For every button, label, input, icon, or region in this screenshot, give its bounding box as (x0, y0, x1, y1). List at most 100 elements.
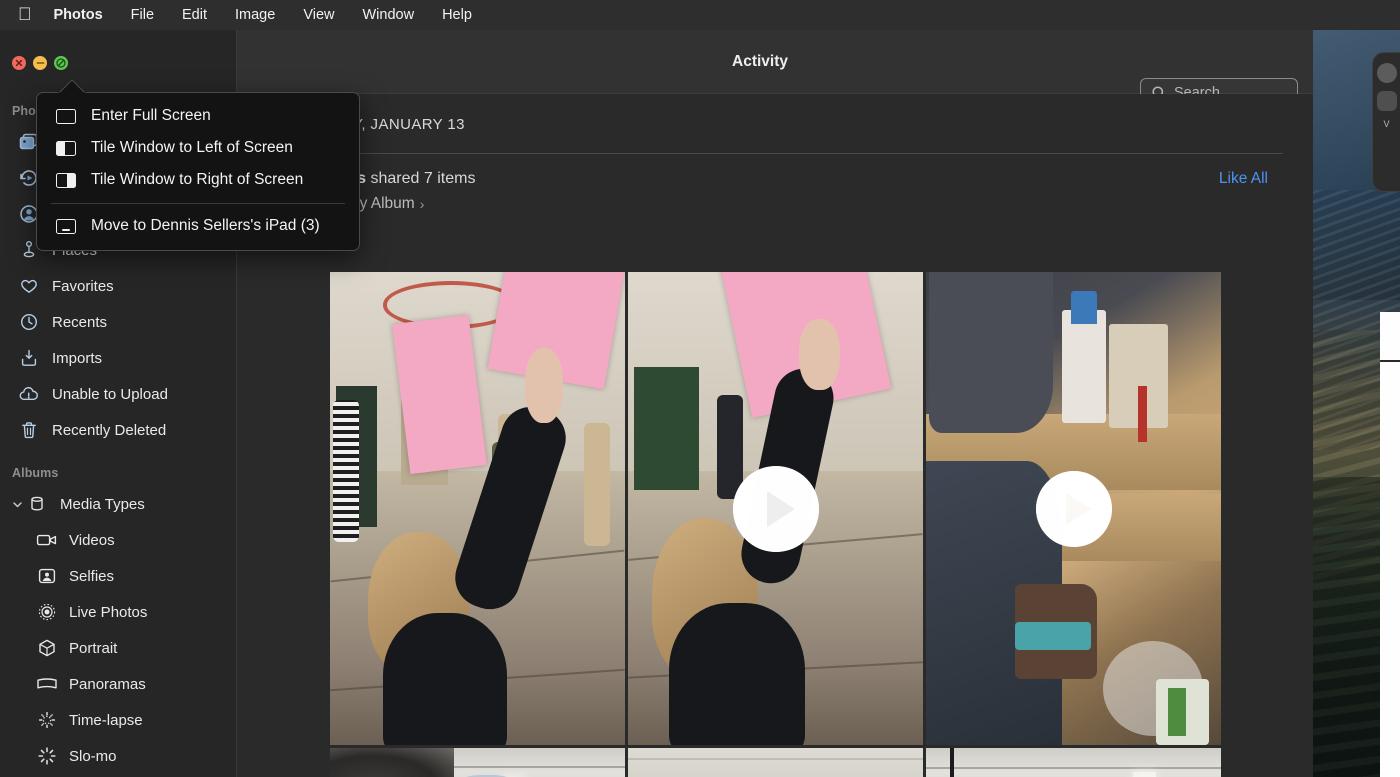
sidebar-item-selfies[interactable]: Selfies (0, 558, 236, 594)
photo-cell-gym-sign[interactable] (330, 272, 625, 745)
apple-logo-icon[interactable]:  (18, 5, 32, 23)
photo-cell-ceiling-lamp[interactable] (926, 748, 1221, 777)
sidebar-item-portrait[interactable]: Portrait (0, 630, 236, 666)
panel-square-icon[interactable] (1376, 91, 1397, 111)
clock-icon (18, 311, 40, 333)
activity-content: YESTERDAY, JANUARY 13 Katie Sellers shar… (238, 94, 1313, 777)
sidebar-label-selfies: Selfies (69, 567, 115, 585)
menu-label-enter-full-screen: Enter Full Screen (91, 107, 211, 124)
play-button[interactable] (1035, 470, 1112, 547)
photo-cell-gym-kid-video[interactable] (628, 272, 923, 745)
background-app-panel[interactable]: V (1372, 52, 1400, 192)
share-summary-row: Katie Sellers shared 7 items Sellers Fam… (238, 154, 1313, 213)
panorama-icon (36, 673, 58, 695)
photo-thumbnail (330, 748, 625, 777)
sidebar-label-time-lapse: Time-lapse (69, 711, 143, 729)
sidebar-item-favorites[interactable]: Favorites (0, 268, 236, 304)
photo-cell-wall[interactable] (628, 748, 923, 777)
panel-circle-icon[interactable] (1376, 63, 1397, 83)
ipad-icon (55, 218, 77, 235)
white-window-divider (1380, 360, 1400, 362)
heart-icon (18, 275, 40, 297)
sidebar-label-live-photos: Live Photos (69, 603, 148, 621)
minimize-button[interactable] (33, 56, 47, 70)
menu-item-move-to-ipad[interactable]: Move to Dennis Sellers's iPad (3) (37, 210, 359, 242)
sidebar-item-media-types[interactable]: Media Types (0, 486, 236, 522)
menu-item-help[interactable]: Help (442, 7, 472, 23)
menu-item-edit[interactable]: Edit (182, 7, 207, 23)
sidebar-item-videos[interactable]: Videos (0, 522, 236, 558)
menu-item-enter-full-screen[interactable]: Enter Full Screen (37, 100, 359, 132)
menu-item-view[interactable]: View (303, 7, 334, 23)
import-icon (18, 347, 40, 369)
box-icon (26, 493, 48, 515)
chevron-right-icon: › (419, 196, 425, 212)
photo-thumbnail (330, 272, 625, 745)
photo-grid (238, 272, 1313, 777)
share-action: shared 7 items (366, 170, 476, 187)
like-all-button[interactable]: Like All (1219, 170, 1268, 188)
selfie-person-icon (36, 565, 58, 587)
photo-thumbnail (926, 748, 1221, 777)
menu-label-tile-right: Tile Window to Right of Screen (91, 171, 304, 188)
panel-label: V (1383, 119, 1390, 129)
sidebar-label-panoramas: Panoramas (69, 675, 146, 693)
timelapse-icon (36, 709, 58, 731)
window-options-menu: Enter Full Screen Tile Window to Left of… (36, 92, 360, 251)
sidebar-item-recently-deleted[interactable]: Recently Deleted (0, 412, 236, 448)
window-titlebar: Activity Search (237, 30, 1313, 108)
menu-item-file[interactable]: File (131, 7, 154, 23)
macos-menu-bar:  Photos File Edit Image View Window Hel… (0, 0, 1400, 30)
close-icon (15, 59, 23, 67)
sidebar-label-favorites: Favorites (52, 277, 114, 295)
menu-item-image[interactable]: Image (235, 7, 275, 23)
sidebar-item-slo-mo[interactable]: Slo-mo (0, 738, 236, 774)
zoom-button[interactable] (54, 56, 68, 70)
sidebar-item-panoramas[interactable]: Panoramas (0, 666, 236, 702)
photo-cell-bench-cup-video[interactable] (926, 272, 1221, 745)
live-photo-icon (36, 601, 58, 623)
sidebar-label-slo-mo: Slo-mo (69, 747, 117, 765)
trash-icon (18, 419, 40, 441)
menu-pointer-notch (56, 79, 88, 95)
sidebar-label-portrait: Portrait (69, 639, 118, 657)
sidebar-label-unable-to-upload: Unable to Upload (52, 385, 168, 403)
sidebar-section-albums: Albums (12, 466, 59, 480)
minus-icon (36, 62, 44, 64)
sidebar-label-recently-deleted: Recently Deleted (52, 421, 167, 439)
menu-item-window[interactable]: Window (363, 7, 415, 23)
sidebar-label-videos: Videos (69, 531, 115, 549)
sidebar-item-live-photos[interactable]: Live Photos (0, 594, 236, 630)
photo-thumbnail (628, 748, 923, 777)
tile-right-icon (55, 172, 77, 189)
video-camera-icon (36, 529, 58, 551)
fullscreen-rect-icon (55, 108, 77, 125)
menu-item-tile-left[interactable]: Tile Window to Left of Screen (37, 132, 359, 164)
window-controls (12, 56, 68, 70)
sidebar-item-imports[interactable]: Imports (0, 340, 236, 376)
sidebar-item-time-lapse[interactable]: Time-lapse (0, 702, 236, 738)
close-button[interactable] (12, 56, 26, 70)
chevron-down-icon[interactable] (10, 499, 24, 510)
background-white-window[interactable] (1380, 312, 1400, 777)
slash-circle-icon (56, 58, 66, 68)
cloud-alert-icon (18, 383, 40, 405)
sidebar-label-media-types: Media Types (60, 495, 145, 513)
photo-row-1 (330, 272, 1228, 745)
sidebar-label-recents: Recents (52, 313, 108, 331)
menu-item-photos[interactable]: Photos (54, 7, 103, 23)
photo-row-2 (330, 748, 1228, 777)
slomo-icon (36, 745, 58, 767)
sidebar-label-imports: Imports (52, 349, 103, 367)
menu-label-move-to-ipad: Move to Dennis Sellers's iPad (3) (91, 217, 320, 234)
play-button[interactable] (732, 465, 819, 552)
sidebar-item-recents[interactable]: Recents (0, 304, 236, 340)
menu-item-tile-right[interactable]: Tile Window to Right of Screen (37, 164, 359, 196)
cube-icon (36, 637, 58, 659)
date-header: YESTERDAY, JANUARY 13 (270, 116, 465, 133)
sidebar-item-unable-to-upload[interactable]: Unable to Upload (0, 376, 236, 412)
tile-left-icon (55, 140, 77, 157)
photo-cell-head-ceiling[interactable] (330, 748, 625, 777)
menu-separator (51, 203, 345, 204)
menu-label-tile-left: Tile Window to Left of Screen (91, 139, 293, 156)
